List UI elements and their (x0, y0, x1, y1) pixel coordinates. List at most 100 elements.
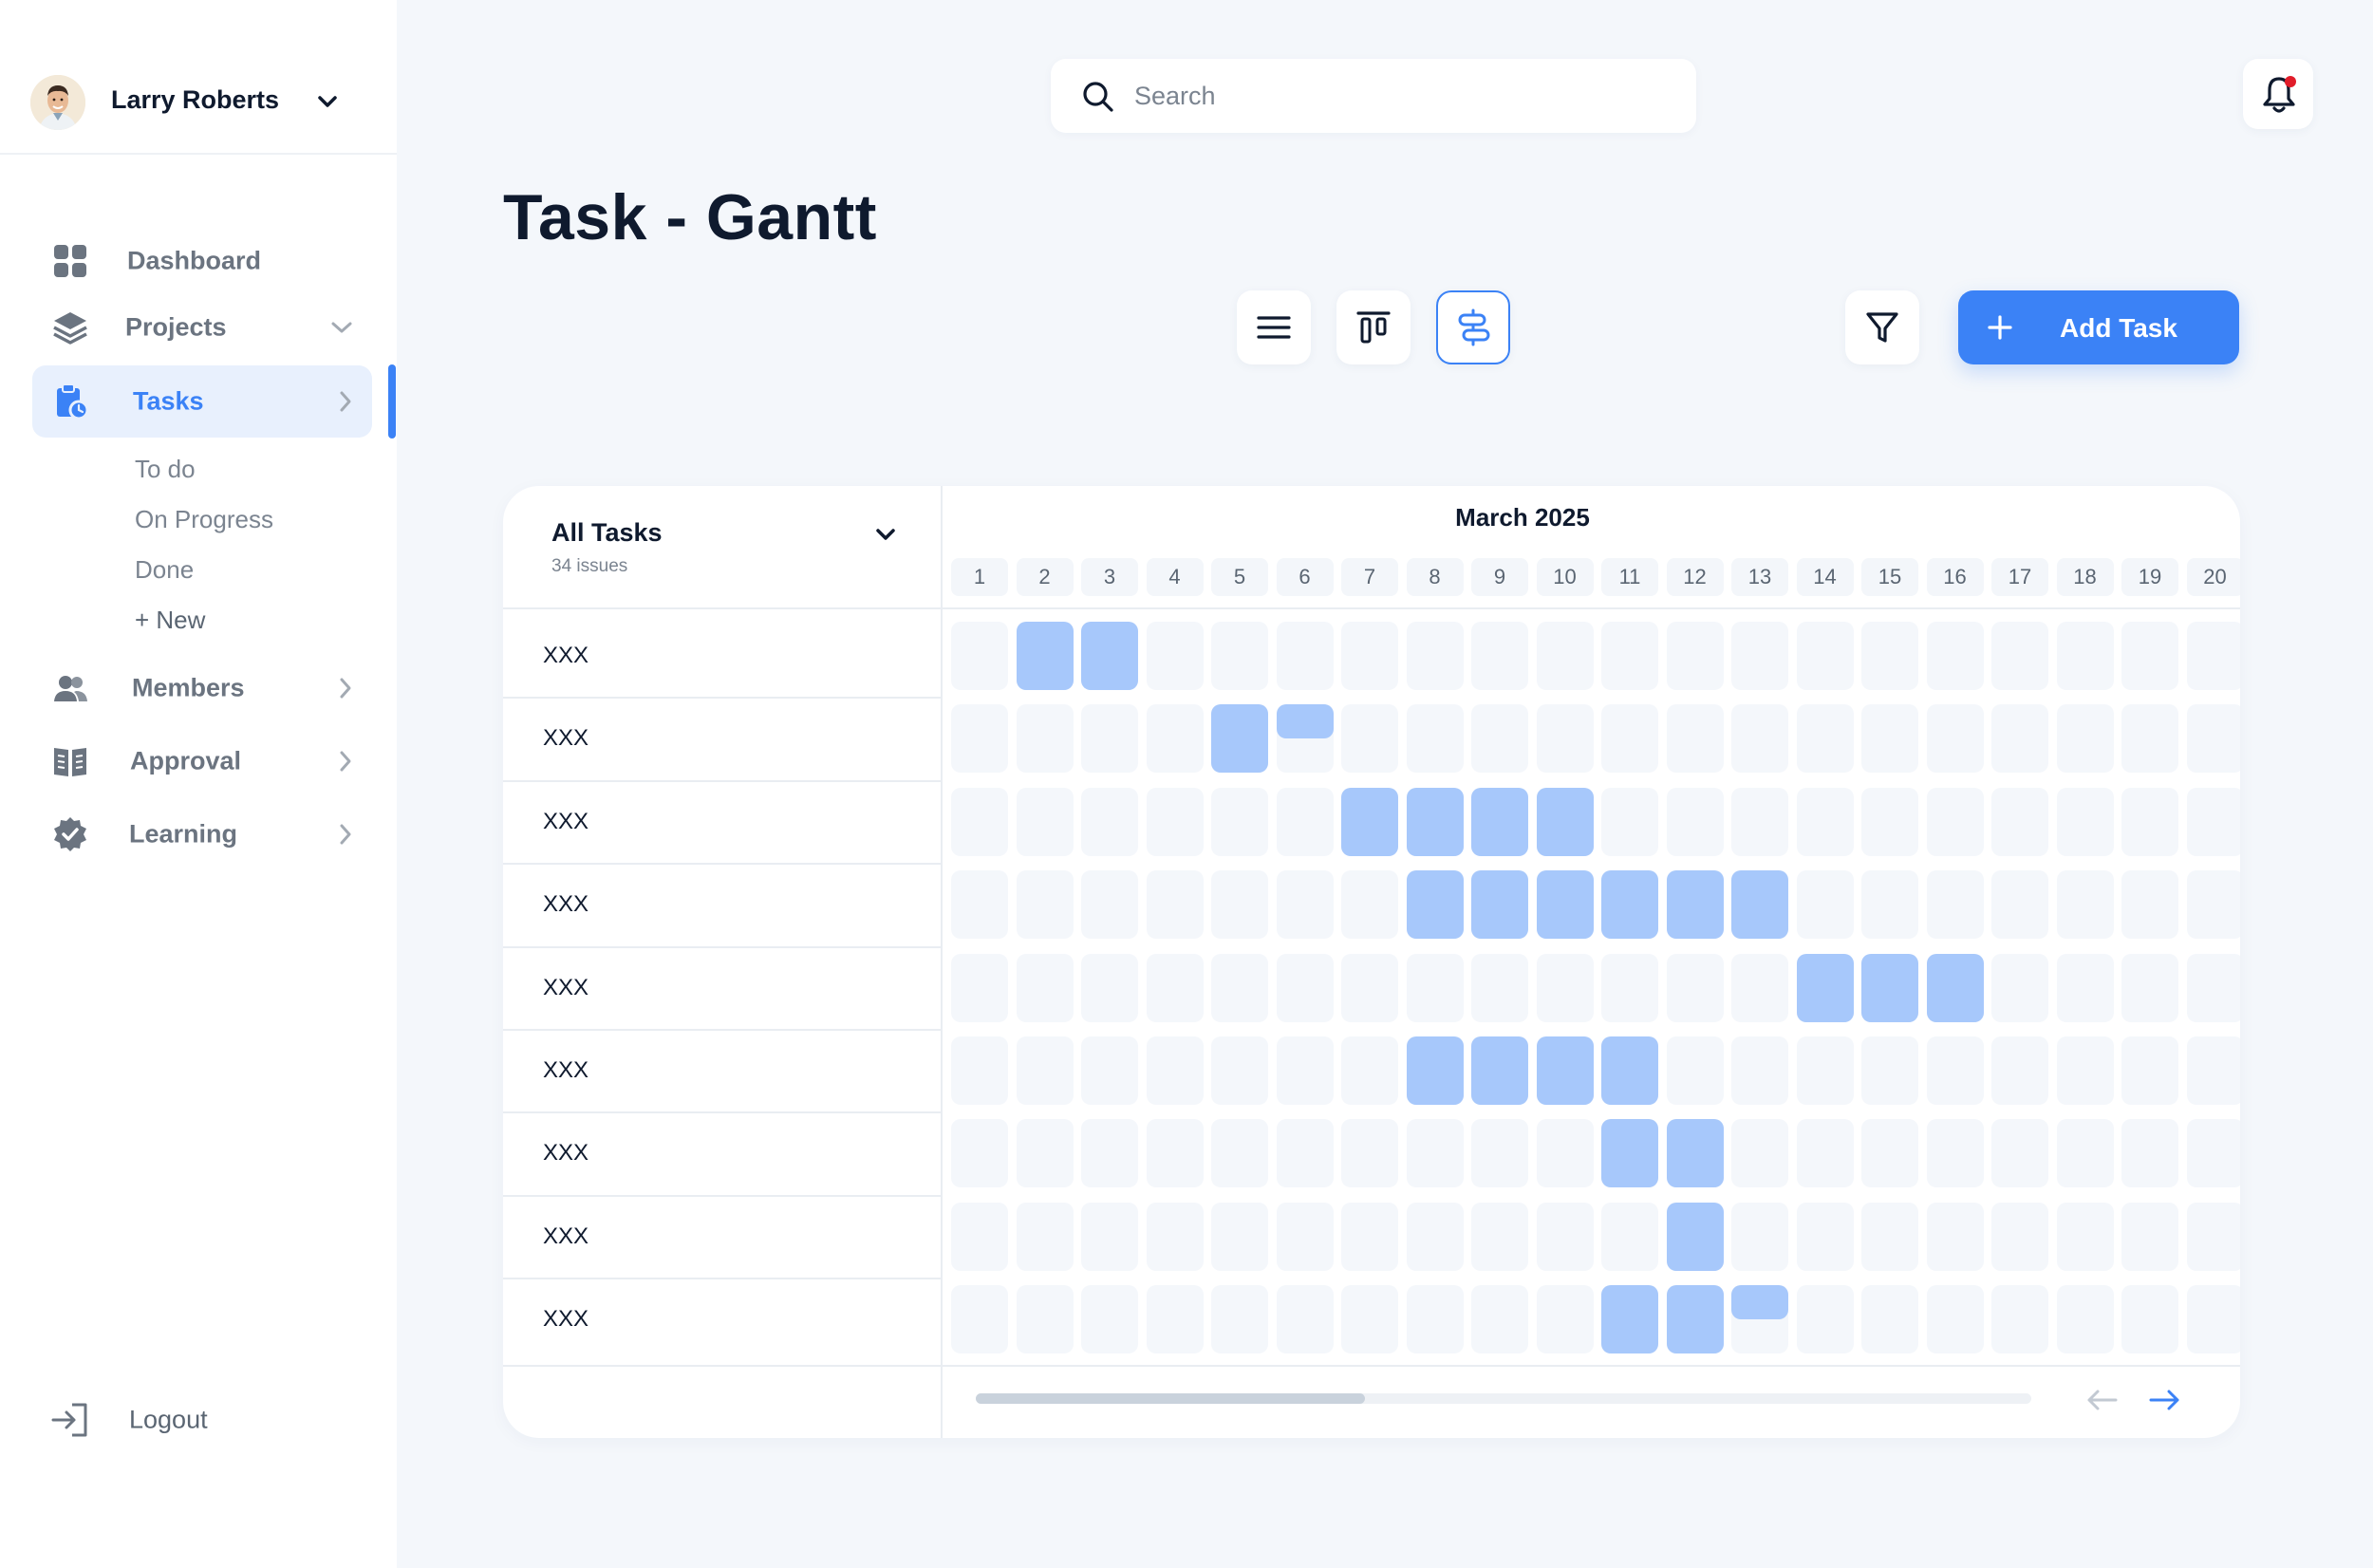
gantt-cell[interactable] (2056, 622, 2114, 690)
gantt-cell[interactable] (1731, 704, 1788, 774)
gantt-cell[interactable] (1211, 1119, 1268, 1188)
gantt-cell[interactable] (1406, 953, 1464, 1022)
gantt-cell[interactable] (1796, 1119, 1854, 1188)
gantt-cell[interactable] (2186, 1285, 2240, 1354)
gantt-cell[interactable] (1926, 622, 1984, 690)
arrow-right-icon[interactable] (2145, 1381, 2183, 1419)
gantt-cell[interactable] (1406, 622, 1464, 690)
gantt-cell[interactable] (1991, 953, 2048, 1022)
list-view-button[interactable] (1237, 290, 1311, 364)
gantt-cell[interactable] (1211, 1036, 1268, 1105)
gantt-cell[interactable] (1926, 1119, 1984, 1188)
gantt-cell[interactable] (1081, 787, 1138, 856)
chevron-down-icon[interactable] (313, 92, 342, 111)
gantt-cell[interactable] (1276, 787, 1334, 856)
gantt-cell[interactable] (2186, 1119, 2240, 1188)
gantt-cell[interactable] (1861, 1202, 1918, 1271)
gantt-cell[interactable] (1926, 870, 1984, 940)
scrollbar-thumb[interactable] (976, 1393, 1365, 1404)
task-bar[interactable] (1471, 787, 1528, 856)
gantt-cell[interactable] (1796, 704, 1854, 774)
gantt-cell[interactable] (2056, 953, 2114, 1022)
gantt-cell[interactable] (1536, 704, 1594, 774)
gantt-cell[interactable] (1926, 1202, 1984, 1271)
gantt-cell[interactable] (1666, 953, 1724, 1022)
gantt-cell[interactable] (1666, 787, 1724, 856)
gantt-cell[interactable] (1796, 787, 1854, 856)
add-task-button[interactable]: Add Task (1958, 290, 2239, 364)
task-bar[interactable] (1861, 953, 1918, 1022)
gantt-cell[interactable] (1471, 1119, 1528, 1188)
chevron-right-icon[interactable] (336, 675, 355, 701)
gantt-cell[interactable] (2056, 1119, 2114, 1188)
gantt-cell[interactable] (1731, 787, 1788, 856)
gantt-cell[interactable] (1146, 1119, 1204, 1188)
task-name[interactable]: XXX (543, 1306, 589, 1333)
task-bar[interactable] (1081, 622, 1138, 690)
task-bar[interactable] (1406, 787, 1464, 856)
gantt-cell[interactable] (2056, 870, 2114, 940)
task-bar[interactable] (1211, 704, 1268, 774)
gantt-cell[interactable] (1861, 1036, 1918, 1105)
gantt-cell[interactable] (1601, 1202, 1658, 1271)
gantt-cell[interactable] (1471, 704, 1528, 774)
gantt-cell[interactable] (2121, 870, 2178, 940)
gantt-cell[interactable] (1471, 1285, 1528, 1354)
gantt-cell[interactable] (2121, 704, 2178, 774)
gantt-cell[interactable] (1861, 1285, 1918, 1354)
sidebar-item-tasks[interactable]: Tasks (32, 365, 372, 438)
task-bar[interactable] (1601, 1119, 1658, 1188)
gantt-cell[interactable] (1796, 1285, 1854, 1354)
chevron-down-icon[interactable] (872, 526, 899, 545)
logout-button[interactable]: Logout (32, 1384, 372, 1456)
gantt-cell[interactable] (951, 1036, 1008, 1105)
horizontal-scrollbar[interactable] (976, 1393, 2031, 1404)
sidebar-item-members[interactable]: Members (32, 652, 372, 724)
gantt-cell[interactable] (1601, 622, 1658, 690)
gantt-cell[interactable] (2186, 953, 2240, 1022)
gantt-cell[interactable] (1016, 1202, 1074, 1271)
task-bar[interactable] (1926, 953, 1984, 1022)
gantt-cell[interactable] (2056, 1202, 2114, 1271)
gantt-cell[interactable] (1016, 704, 1074, 774)
task-name[interactable]: XXX (543, 891, 589, 918)
gantt-cell[interactable] (2186, 870, 2240, 940)
gantt-cell[interactable] (1796, 870, 1854, 940)
gantt-cell[interactable] (1341, 870, 1398, 940)
gantt-cell[interactable] (1146, 1036, 1204, 1105)
gantt-cell[interactable] (951, 787, 1008, 856)
gantt-cell[interactable] (1081, 704, 1138, 774)
gantt-cell[interactable] (1341, 953, 1398, 1022)
gantt-cell[interactable] (2121, 1036, 2178, 1105)
gantt-cell[interactable] (1016, 1036, 1074, 1105)
gantt-cell[interactable] (1211, 870, 1268, 940)
arrow-left-icon[interactable] (2083, 1381, 2121, 1419)
gantt-cell[interactable] (1991, 787, 2048, 856)
task-name[interactable]: XXX (543, 975, 589, 1001)
task-bar[interactable] (1536, 1036, 1594, 1105)
task-name[interactable]: XXX (543, 1223, 589, 1250)
gantt-cell[interactable] (1731, 1119, 1788, 1188)
gantt-cell[interactable] (1276, 953, 1334, 1022)
gantt-cell[interactable] (1016, 787, 1074, 856)
gantt-cell[interactable] (2056, 787, 2114, 856)
task-bar[interactable] (1666, 1285, 1724, 1354)
gantt-cell[interactable] (951, 622, 1008, 690)
gantt-cell[interactable] (1796, 622, 1854, 690)
gantt-cell[interactable] (1991, 1202, 2048, 1271)
gantt-cell[interactable] (1211, 1285, 1268, 1354)
gantt-cell[interactable] (1991, 704, 2048, 774)
sidebar-item-projects[interactable]: Projects (32, 291, 372, 364)
task-bar[interactable] (1471, 870, 1528, 940)
gantt-cell[interactable] (1991, 1285, 2048, 1354)
gantt-cell[interactable] (1926, 1036, 1984, 1105)
gantt-cell[interactable] (1146, 1285, 1204, 1354)
gantt-cell[interactable] (1861, 787, 1918, 856)
gantt-cell[interactable] (1146, 622, 1204, 690)
gantt-cell[interactable] (2121, 1202, 2178, 1271)
task-name[interactable]: XXX (543, 809, 589, 835)
task-name[interactable]: XXX (543, 643, 589, 669)
gantt-cell[interactable] (1341, 1202, 1398, 1271)
gantt-cell[interactable] (1276, 870, 1334, 940)
task-bar[interactable] (1341, 787, 1398, 856)
